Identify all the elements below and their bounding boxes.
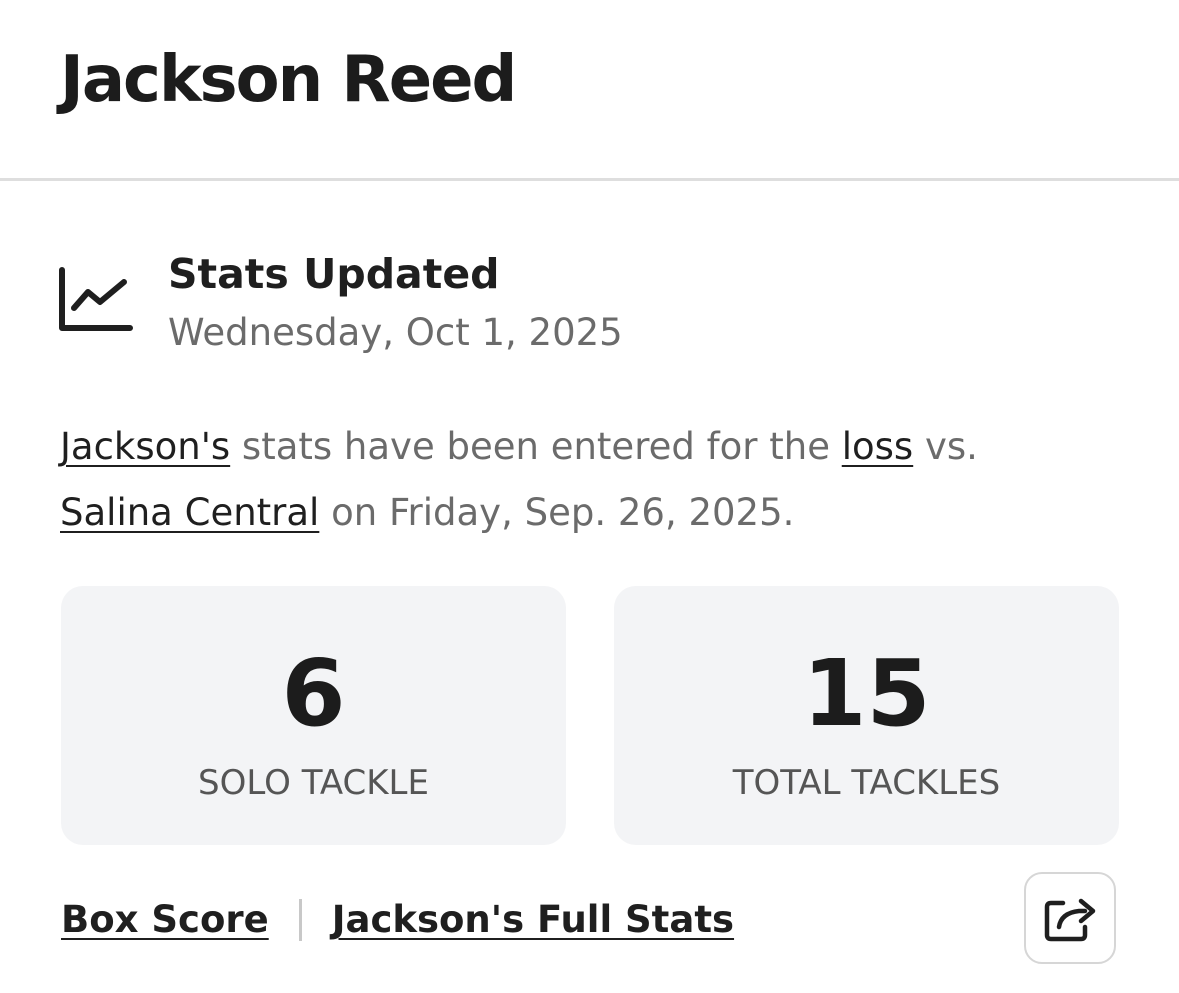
summary-text: stats have been entered for the bbox=[230, 425, 842, 468]
full-stats-link[interactable]: Jackson's Full Stats bbox=[332, 898, 734, 942]
stat-card-solo-tackle: 6 SOLO TACKLE bbox=[61, 586, 566, 845]
update-title: Stats Updated bbox=[168, 250, 500, 298]
link-divider bbox=[298, 899, 302, 942]
share-button[interactable] bbox=[1024, 872, 1116, 964]
stat-card-total-tackles: 15 TOTAL TACKLES bbox=[614, 586, 1119, 845]
page-header: Jackson Reed bbox=[0, 0, 1179, 181]
line-chart-icon bbox=[59, 267, 133, 331]
stat-value: 6 bbox=[281, 640, 346, 747]
player-name: Jackson Reed bbox=[60, 43, 517, 117]
footer-links: Box Score Jackson's Full Stats bbox=[61, 898, 734, 942]
share-icon bbox=[1044, 898, 1096, 942]
opponent-link[interactable]: Salina Central bbox=[60, 491, 319, 534]
box-score-link[interactable]: Box Score bbox=[61, 898, 269, 942]
stat-label: SOLO TACKLE bbox=[198, 763, 429, 803]
game-summary: Jackson's stats have been entered for th… bbox=[60, 414, 1120, 546]
player-link[interactable]: Jackson's bbox=[60, 425, 230, 468]
summary-text: vs. bbox=[913, 425, 978, 468]
update-date: Wednesday, Oct 1, 2025 bbox=[168, 311, 623, 354]
game-result-link[interactable]: loss bbox=[842, 425, 913, 468]
stat-label: TOTAL TACKLES bbox=[732, 763, 1001, 803]
stat-value: 15 bbox=[802, 640, 931, 747]
summary-text: on Friday, Sep. 26, 2025. bbox=[319, 491, 795, 534]
